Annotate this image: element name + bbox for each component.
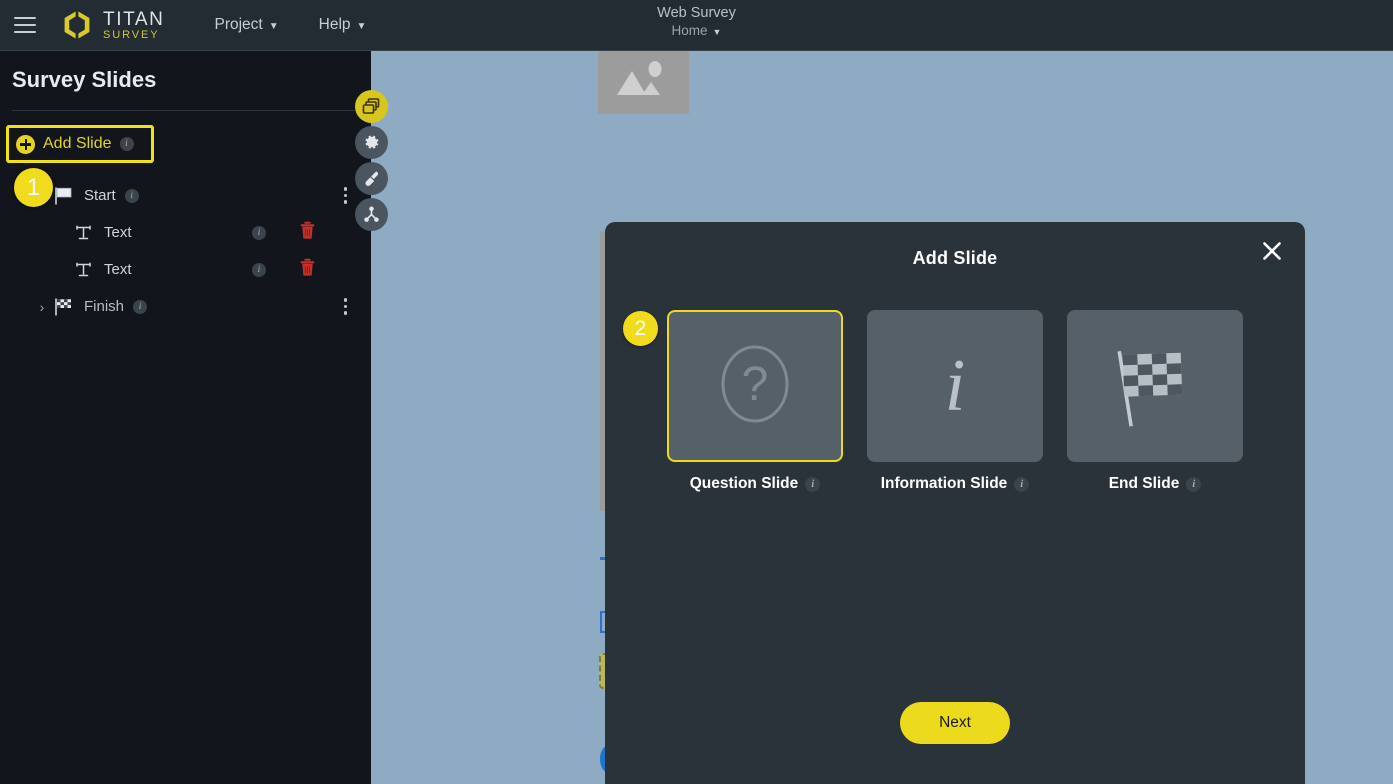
end-slide-label: End Slide xyxy=(1108,475,1180,492)
text-field-icon xyxy=(71,261,95,279)
plus-circle-icon xyxy=(16,134,35,154)
logo-subtitle: SURVEY xyxy=(103,28,160,41)
tree-item-text[interactable]: Text i xyxy=(0,251,371,288)
tree-item-start-label: Start xyxy=(84,187,116,204)
annotation-badge-1: 1 xyxy=(14,168,53,207)
chevron-down-icon: ▼ xyxy=(712,26,722,37)
tree-item-text-trash-icon[interactable] xyxy=(299,221,316,245)
app-root: TITAN SURVEY Project ▼ Help ▼ Web Survey… xyxy=(0,0,1393,784)
hamburger-line xyxy=(14,31,36,33)
hamburger-menu-icon[interactable] xyxy=(14,17,36,33)
svg-text:?: ? xyxy=(742,358,769,411)
sidebar-title: Survey Slides xyxy=(12,67,157,92)
close-icon[interactable] xyxy=(1257,236,1287,266)
slide-type-cards: ? Question Slide i i Information Slide i… xyxy=(605,310,1305,493)
add-slide-label: Add Slide xyxy=(43,135,112,152)
tree-item-text-info-icon[interactable]: i xyxy=(252,225,266,240)
end-slide-info-icon[interactable]: i xyxy=(1186,476,1202,492)
next-button[interactable]: Next xyxy=(900,702,1010,744)
end-slide-caption: End Slide i xyxy=(1109,475,1202,493)
paintbrush-icon[interactable] xyxy=(355,162,388,195)
modal-title: Add Slide xyxy=(912,248,998,268)
add-slide-button[interactable]: Add Slide i xyxy=(6,125,154,163)
hamburger-line xyxy=(14,17,36,19)
text-field-icon xyxy=(71,224,95,242)
kebab-dot xyxy=(343,200,347,204)
information-slide-tile[interactable]: i xyxy=(867,310,1043,462)
question-mark-circle-icon: ? xyxy=(715,340,795,433)
tree-item-text-trash-icon[interactable] xyxy=(299,258,316,282)
project-page-selector[interactable]: Home ▼ xyxy=(672,23,722,38)
top-navigation-bar: TITAN SURVEY Project ▼ Help ▼ Web Survey… xyxy=(0,0,1393,51)
information-slide-info-icon[interactable]: i xyxy=(1014,476,1030,492)
checkered-flag-icon xyxy=(51,297,75,317)
information-slide-caption: Information Slide i xyxy=(881,475,1030,493)
tree-item-finish-label: Finish xyxy=(84,298,125,315)
kebab-dot xyxy=(343,298,347,302)
tree-item-text-label: Text xyxy=(104,224,132,241)
chevron-down-icon: ▼ xyxy=(268,20,279,32)
tree-item-text-info-icon[interactable]: i xyxy=(252,262,266,277)
slide-type-question: ? Question Slide i xyxy=(667,310,843,493)
hamburger-line xyxy=(14,24,36,26)
add-slide-info-icon[interactable]: i xyxy=(119,137,134,151)
slide-type-information: i Information Slide i xyxy=(867,310,1043,493)
chevron-down-icon: ▼ xyxy=(356,20,367,32)
tree-item-finish-info-icon[interactable]: i xyxy=(133,299,148,314)
logo-title: TITAN xyxy=(103,8,165,30)
checkered-flag-icon xyxy=(1105,336,1205,437)
tree-item-text[interactable]: Text i xyxy=(0,214,371,251)
question-slide-tile[interactable]: ? xyxy=(667,310,843,462)
question-slide-label: Question Slide xyxy=(689,475,799,492)
kebab-dot xyxy=(343,304,347,309)
add-slide-modal: Add Slide ? Question Slide i i Informati… xyxy=(605,222,1305,784)
header-project-info: Web Survey Home ▼ xyxy=(0,5,1393,38)
information-slide-label: Information Slide xyxy=(880,475,1008,492)
kebab-dot xyxy=(343,193,347,198)
project-page-label: Home xyxy=(671,23,708,38)
app-logo[interactable]: TITAN SURVEY xyxy=(60,8,164,42)
question-slide-caption: Question Slide i xyxy=(690,475,821,493)
project-title: Web Survey xyxy=(657,5,736,21)
tree-item-start-kebab-menu-icon[interactable] xyxy=(343,187,347,204)
sidebar-divider xyxy=(12,110,361,111)
question-slide-info-icon[interactable]: i xyxy=(805,476,821,492)
menu-item-help[interactable]: Help ▼ xyxy=(319,16,367,34)
flow-nodes-icon[interactable] xyxy=(355,198,388,231)
tree-item-text-label: Text xyxy=(104,261,132,278)
logo-text: TITAN SURVEY xyxy=(103,10,164,41)
menu-item-project[interactable]: Project ▼ xyxy=(214,16,278,34)
editor-tool-rail xyxy=(355,90,388,231)
image-placeholder-icon xyxy=(598,51,689,114)
slide-type-end: End Slide i xyxy=(1067,310,1243,493)
kebab-dot xyxy=(343,187,347,191)
slide-tree: Start i Text i Text i › Finish i xyxy=(0,177,371,325)
information-italic-i-icon: i xyxy=(925,340,985,433)
survey-slides-sidebar: Survey Slides Add Slide i Start i Text i… xyxy=(0,51,371,784)
tree-item-start-info-icon[interactable]: i xyxy=(124,188,139,203)
gear-icon[interactable] xyxy=(355,126,388,159)
slides-layers-icon[interactable] xyxy=(355,90,388,123)
tree-item-start[interactable]: Start i xyxy=(0,177,371,214)
menu-item-project-label: Project xyxy=(214,16,263,33)
svg-text:i: i xyxy=(945,345,966,427)
main-menu: Project ▼ Help ▼ xyxy=(214,16,366,34)
titan-hex-logo-icon xyxy=(60,8,94,42)
menu-item-help-label: Help xyxy=(318,16,351,33)
tree-expand-chevron[interactable]: › xyxy=(33,299,51,315)
white-flag-icon xyxy=(51,186,75,206)
annotation-badge-2: 2 xyxy=(623,311,658,346)
tree-item-finish[interactable]: › Finish i xyxy=(0,288,371,325)
tree-item-finish-kebab-menu-icon[interactable] xyxy=(343,298,347,315)
end-slide-tile[interactable] xyxy=(1067,310,1243,462)
kebab-dot xyxy=(343,311,347,315)
